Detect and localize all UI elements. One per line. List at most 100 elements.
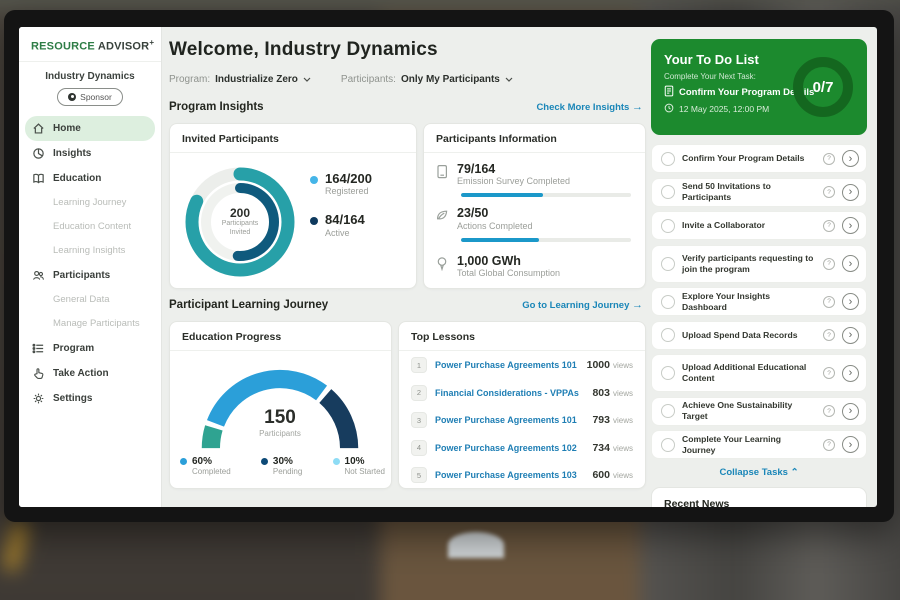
check-more-insights-link[interactable]: Check More Insights → (536, 101, 643, 113)
todo-task-row[interactable]: Invite a Collaborator ? › (651, 211, 867, 240)
task-checkbox[interactable] (661, 152, 675, 166)
sidebar-item-insights[interactable]: Insights (25, 141, 155, 166)
info-icon[interactable]: ? (823, 186, 835, 198)
chevron-right-button[interactable]: › (842, 184, 859, 201)
chevron-right-button[interactable]: › (842, 217, 859, 234)
task-checkbox[interactable] (661, 257, 675, 271)
task-checkbox[interactable] (661, 295, 675, 309)
participants-dropdown[interactable]: Participants:Only My Participants (341, 74, 513, 85)
info-icon[interactable]: ? (823, 405, 835, 417)
todo-task-row[interactable]: Send 50 Invitations to Participants ? › (651, 178, 867, 207)
metric-value: 23/50 (457, 206, 533, 220)
go-to-learning-journey-link[interactable]: Go to Learning Journey → (522, 299, 643, 311)
task-checkbox[interactable] (661, 366, 675, 380)
logo-text-advisor: ADVISOR (98, 41, 150, 53)
survey-clipboard-icon (435, 164, 449, 186)
todo-task-row[interactable]: Explore Your Insights Dashboard ? › (651, 287, 867, 316)
chevron-right-button[interactable]: › (842, 327, 859, 344)
lesson-link[interactable]: Power Purchase Agreements 101 (435, 415, 584, 425)
chevron-right-button[interactable]: › (842, 436, 859, 453)
app-logo[interactable]: RESOURCE ADVISOR+ (19, 27, 161, 62)
sidebar-item-home[interactable]: Home (25, 116, 155, 141)
legend-label: Registered (325, 186, 372, 196)
sidebar-item-settings[interactable]: Settings (25, 386, 155, 411)
todo-task-row[interactable]: Verify participants requesting to join t… (651, 245, 867, 283)
chevron-right-button[interactable]: › (842, 255, 859, 272)
lesson-link[interactable]: Power Purchase Agreements 101 (435, 360, 579, 370)
todo-task-row[interactable]: Confirm Your Program Details ? › (651, 144, 867, 173)
legend-dot (333, 458, 340, 465)
todo-task-row[interactable]: Achieve One Sustainability Target ? › (651, 397, 867, 426)
metric-value: 1,000 GWh (457, 254, 560, 268)
todo-task-row[interactable]: Complete Your Learning Journey ? › (651, 430, 867, 459)
legend-item-completed: 60%Completed (180, 456, 231, 476)
chevron-right-button[interactable]: › (842, 293, 859, 310)
info-icon[interactable]: ? (823, 329, 835, 341)
views-count: 793 (592, 414, 610, 426)
todo-title: Your To Do List (664, 52, 759, 67)
task-checkbox[interactable] (661, 185, 675, 199)
sidebar-item-general-data[interactable]: General Data (25, 288, 155, 312)
sidebar-item-label: Program (53, 343, 94, 354)
task-checkbox[interactable] (661, 219, 675, 233)
recent-news-card: Recent News (651, 487, 867, 507)
todo-panel: Your To Do List Complete Your Next Task:… (651, 39, 867, 507)
participants-information-card: Participants Information 79/164Emission … (423, 123, 646, 289)
sidebar-item-manage-participants[interactable]: Manage Participants (25, 312, 155, 336)
task-checkbox[interactable] (661, 404, 675, 418)
chevron-right-button[interactable]: › (842, 365, 859, 382)
sidebar-item-education[interactable]: Education (25, 166, 155, 191)
lesson-link[interactable]: Power Purchase Agreements 103 (435, 470, 584, 480)
metric-emission-survey: 79/164Emission Survey Completed (424, 153, 645, 186)
views-label: views (613, 416, 633, 425)
sidebar-item-program[interactable]: Program (25, 336, 155, 361)
task-label: Complete Your Learning Journey (682, 434, 816, 455)
sidebar-item-take-action[interactable]: Take Action (25, 361, 155, 386)
home-icon (32, 122, 45, 135)
task-label: Verify participants requesting to join t… (682, 253, 816, 274)
gear-icon (32, 392, 45, 405)
task-label: Upload Additional Educational Content (682, 362, 816, 383)
lesson-link[interactable]: Power Purchase Agreements 102 (435, 443, 584, 453)
info-icon[interactable]: ? (823, 153, 835, 165)
todo-task-row[interactable]: Upload Additional Educational Content ? … (651, 354, 867, 392)
gauge-center-value: 150 (184, 408, 376, 427)
insights-pie-icon (32, 147, 45, 160)
collapse-tasks-link[interactable]: Collapse Tasks ⌃ (651, 467, 867, 478)
info-icon[interactable]: ? (823, 296, 835, 308)
sidebar-item-label: Settings (53, 393, 92, 404)
chevron-right-button[interactable]: › (842, 150, 859, 167)
todo-due-date: 12 May 2025, 12:00 PM (679, 104, 769, 114)
lesson-row: 2 Financial Considerations - VPPAs 803vi… (399, 379, 645, 407)
task-checkbox[interactable] (661, 328, 675, 342)
legend-item-pending: 30%Pending (261, 456, 302, 476)
task-checkbox[interactable] (661, 438, 675, 452)
sidebar-item-education-content[interactable]: Education Content (25, 215, 155, 239)
sidebar-item-learning-journey[interactable]: Learning Journey (25, 191, 155, 215)
info-icon[interactable]: ? (823, 220, 835, 232)
lesson-link[interactable]: Financial Considerations - VPPAs (435, 388, 584, 398)
sidebar-item-label: Insights (53, 148, 91, 159)
info-icon[interactable]: ? (823, 439, 835, 451)
actions-progress-bar (461, 238, 631, 242)
views-count: 734 (592, 442, 610, 454)
sidebar-item-participants[interactable]: Participants (25, 263, 155, 288)
info-icon[interactable]: ? (823, 367, 835, 379)
program-value: Industrialize Zero (215, 74, 298, 85)
sponsor-badge: Sponsor (57, 88, 123, 106)
views-label: views (613, 389, 633, 398)
legend-dot (310, 176, 318, 184)
scene: RESOURCE ADVISOR+ Industry Dynamics Spon… (0, 0, 900, 600)
program-dropdown[interactable]: Program:Industrialize Zero (169, 74, 311, 85)
sidebar-item-label: Learning Insights (53, 245, 125, 256)
sidebar-item-learning-insights[interactable]: Learning Insights (25, 239, 155, 263)
chevron-right-button[interactable]: › (842, 403, 859, 420)
filter-bar: Program:Industrialize Zero Participants:… (169, 74, 513, 85)
lesson-row: 5 Power Purchase Agreements 103 600views (399, 461, 645, 489)
views-label: views (613, 444, 633, 453)
book-icon (32, 172, 45, 185)
info-icon[interactable]: ? (823, 258, 835, 270)
todo-task-row[interactable]: Upload Spend Data Records ? › (651, 321, 867, 350)
sidebar-item-label: General Data (53, 294, 110, 305)
sidebar-item-label: Take Action (53, 368, 109, 379)
